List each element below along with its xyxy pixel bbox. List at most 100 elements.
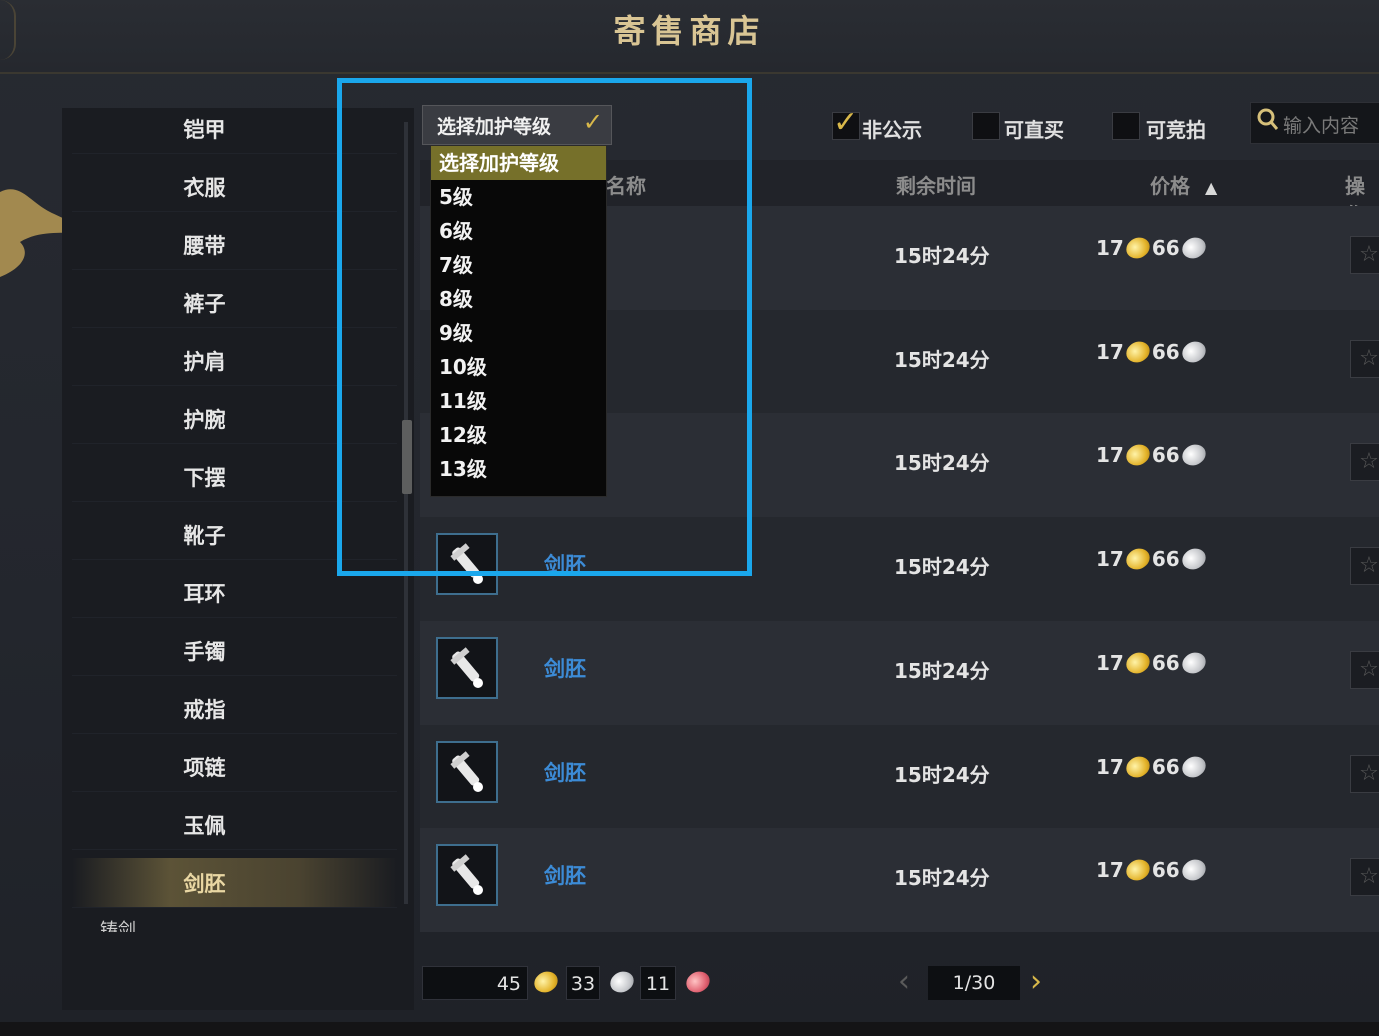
star-icon[interactable]: ☆ (1350, 858, 1379, 897)
item-price: 17 66 (1096, 544, 1209, 574)
silver-coin-icon (1178, 337, 1209, 366)
item-price: 17 66 (1096, 233, 1209, 263)
non-public-checkbox[interactable]: ✓ (832, 105, 860, 140)
sidebar-item-label: 项链 (183, 755, 226, 780)
silver-coin-icon (1178, 441, 1209, 470)
sidebar-item-12[interactable]: 玉佩 (72, 800, 397, 850)
sidebar-item-label: 护肩 (183, 349, 226, 374)
sword-icon[interactable] (436, 844, 498, 907)
item-price: 17 66 (1096, 856, 1209, 885)
gold-coin-icon (1122, 441, 1153, 470)
sidebar-item-label: 靴子 (183, 523, 226, 548)
annotation-highlight-box (337, 78, 752, 576)
auction-label: 可竞拍 (1146, 118, 1206, 142)
sidebar-item-label: 手镯 (183, 639, 226, 664)
gold-coin-icon (1122, 337, 1153, 366)
sidebar-item-label: 戒指 (183, 697, 226, 722)
price-gold: 17 (1096, 858, 1124, 883)
sword-icon[interactable] (436, 636, 498, 699)
column-price-header[interactable]: 价格 ▲ (1150, 170, 1217, 199)
sidebar-subitem[interactable]: 铸剑 (100, 916, 136, 932)
item-remaining-time: 15时24分 (894, 451, 990, 476)
price-header-label: 价格 (1150, 174, 1190, 198)
star-icon[interactable]: ☆ (1350, 650, 1379, 689)
sidebar-item-9[interactable]: 手镯 (72, 626, 397, 676)
prev-page-button[interactable]: ‹ (898, 964, 910, 999)
next-page-button[interactable]: › (1030, 964, 1042, 999)
price-gold: 17 (1096, 547, 1124, 572)
silver-coin-icon (1178, 752, 1209, 781)
star-icon[interactable]: ☆ (1350, 547, 1379, 586)
sword-icon[interactable] (436, 740, 498, 803)
star-icon[interactable]: ☆ (1350, 443, 1379, 482)
copper-coin-icon (682, 967, 714, 997)
sidebar-item-label: 下摆 (183, 465, 226, 490)
table-row[interactable]: 剑胚15时24分1766☆ (420, 620, 1379, 725)
sidebar-item-label: 剑胚 (183, 871, 226, 896)
price-gold: 17 (1096, 650, 1124, 675)
silver-coin-icon (1178, 856, 1209, 885)
price-silver: 66 (1151, 443, 1180, 468)
gold-coin-icon (1122, 233, 1153, 263)
star-icon[interactable]: ☆ (1350, 339, 1379, 378)
search-placeholder: 输入内容 (1283, 115, 1360, 137)
item-remaining-time: 15时24分 (894, 244, 990, 268)
buy-now-checkbox[interactable] (972, 112, 1000, 140)
gold-coin-icon (1122, 856, 1153, 885)
item-price: 17 66 (1096, 648, 1209, 677)
sidebar-item-label: 玉佩 (183, 813, 226, 838)
table-row[interactable]: 剑胚15时24分1766☆ (420, 828, 1379, 933)
price-gold: 17 (1096, 236, 1124, 260)
item-remaining-time: 15时24分 (894, 347, 990, 372)
price-gold: 17 (1096, 754, 1124, 779)
title-bar: 寄售商店 (0, 0, 1379, 74)
star-icon[interactable]: ☆ (1350, 236, 1379, 274)
sidebar-item-11[interactable]: 项链 (72, 742, 397, 792)
price-silver: 66 (1151, 858, 1180, 883)
silver-coin-icon (606, 967, 638, 997)
item-price: 17 66 (1096, 752, 1209, 781)
search-icon (1257, 107, 1279, 139)
gold-coin-icon (1122, 544, 1153, 574)
gold-coin-icon (1122, 752, 1153, 781)
table-row[interactable]: 剑胚15时24分1766☆ (420, 724, 1379, 829)
sidebar-item-label: 裤子 (183, 291, 226, 316)
non-public-label: 非公示 (862, 118, 922, 142)
sidebar-item-label: 腰带 (183, 233, 226, 258)
price-silver: 66 (1151, 650, 1180, 675)
sidebar-item-10[interactable]: 戒指 (72, 684, 397, 734)
item-remaining-time: 15时24分 (894, 866, 990, 891)
consignment-shop-window: 寄售商店 铠甲 衣服 腰带 裤子 护肩 护腕 下摆 靴子 耳环 手镯 戒指 项链 玉佩 剑胚 铸剑 ✓ 非公… (0, 0, 1379, 1036)
sort-asc-icon: ▲ (1204, 178, 1218, 197)
gold-balance: 45 (422, 966, 528, 1000)
item-name[interactable]: 剑胚 (544, 757, 586, 787)
item-price: 17 66 (1096, 441, 1209, 470)
gold-coin-icon (530, 967, 562, 997)
column-time-header[interactable]: 剩余时间 (896, 170, 976, 199)
bottom-edge (0, 1022, 1379, 1036)
item-name[interactable]: 剑胚 (544, 860, 586, 890)
sidebar-item-label: 铠甲 (183, 117, 226, 142)
sidebar-item-label: 衣服 (183, 175, 226, 200)
sidebar-item-13[interactable]: 剑胚 (72, 858, 397, 908)
silver-coin-icon (1178, 648, 1209, 677)
silver-coin-icon (1178, 544, 1209, 574)
price-silver: 66 (1151, 754, 1180, 779)
auction-checkbox[interactable] (1112, 112, 1140, 140)
copper-balance: 11 (640, 966, 676, 1000)
item-remaining-time: 15时24分 (894, 658, 990, 683)
silver-coin-icon (1178, 233, 1209, 263)
sidebar-item-label: 护腕 (183, 407, 226, 432)
price-gold: 17 (1096, 443, 1124, 468)
page-indicator: 1/30 (928, 966, 1020, 1000)
item-remaining-time: 15时24分 (894, 762, 990, 787)
item-name[interactable]: 剑胚 (544, 653, 586, 683)
price-silver: 66 (1151, 339, 1180, 364)
search-input[interactable]: 输入内容 (1250, 102, 1379, 144)
sidebar-item-label: 耳环 (183, 581, 226, 606)
silver-balance: 33 (566, 966, 600, 1000)
gold-coin-icon (1122, 648, 1153, 677)
star-icon[interactable]: ☆ (1350, 754, 1379, 793)
buy-now-label: 可直买 (1004, 118, 1064, 142)
price-silver: 66 (1151, 236, 1180, 260)
